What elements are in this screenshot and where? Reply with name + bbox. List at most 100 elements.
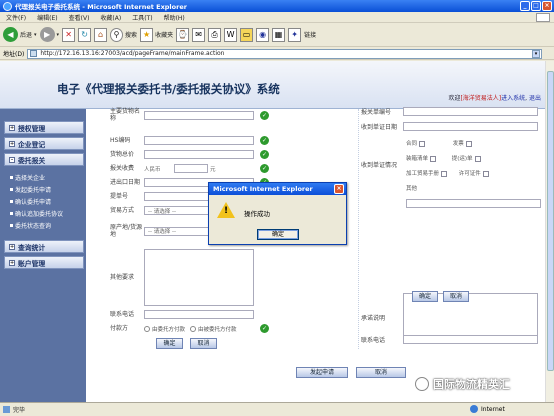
form-cancel-button[interactable]: 取消 bbox=[190, 338, 217, 349]
sidebar-sub-item[interactable]: 发起委托申请 bbox=[10, 185, 51, 194]
sidebar-item-account-management[interactable]: + 账户管理 bbox=[4, 256, 84, 269]
form-confirm-button[interactable]: 确定 bbox=[156, 338, 183, 349]
user-name: [海洋贸易法人] bbox=[460, 95, 502, 102]
edit-icon[interactable]: W bbox=[224, 27, 238, 42]
checkbox-label: 提(运)单 bbox=[451, 156, 473, 162]
total-price-input[interactable] bbox=[144, 150, 254, 159]
unit-label: 元 bbox=[210, 166, 216, 173]
back-button[interactable]: ◀ 后退 ▾ bbox=[3, 26, 37, 44]
packing-list-checkbox[interactable] bbox=[430, 155, 437, 162]
license-checkbox[interactable] bbox=[482, 170, 489, 177]
menu-edit[interactable]: 编辑(E) bbox=[37, 13, 57, 22]
bill-of-lading-checkbox[interactable] bbox=[474, 155, 481, 162]
declaration-number-input[interactable] bbox=[403, 107, 538, 116]
radio-label: 由被委托方付款 bbox=[198, 326, 237, 333]
dialog-close-icon[interactable]: × bbox=[334, 184, 344, 194]
dialog-message: 操作成功 bbox=[244, 210, 270, 218]
field-label: 贸易方式 bbox=[110, 207, 135, 214]
research-icon[interactable]: ▦ bbox=[272, 27, 286, 42]
field-label: 付款方 bbox=[110, 325, 129, 332]
folder-icon[interactable]: ▭ bbox=[240, 27, 254, 42]
goods-name-input[interactable] bbox=[144, 110, 254, 120]
address-label: 地址(D) bbox=[3, 51, 25, 58]
back-label: 后退 bbox=[20, 32, 33, 39]
field-label: 其他要求 bbox=[110, 274, 135, 281]
address-input[interactable]: http://172.16.13.16:27003/acd/pageFrame/… bbox=[27, 48, 542, 59]
menu-help[interactable]: 帮助(H) bbox=[164, 13, 185, 22]
contract-checkbox[interactable] bbox=[419, 140, 426, 147]
invoice-checkbox[interactable] bbox=[465, 140, 472, 147]
sidebar-item-entrusted-declaration[interactable]: - 委托报关 bbox=[4, 153, 84, 166]
mail-icon[interactable]: ✉ bbox=[192, 27, 206, 42]
collapse-icon: - bbox=[9, 156, 15, 163]
checkbox-label: 其他 bbox=[406, 186, 418, 192]
sidebar-item-label: 企业登记 bbox=[18, 140, 46, 149]
close-icon[interactable]: × bbox=[542, 1, 552, 11]
messenger-icon[interactable]: ◉ bbox=[256, 27, 270, 42]
checkbox-label: 装箱清单 bbox=[406, 156, 429, 162]
check-icon: ✓ bbox=[260, 110, 269, 120]
menu-file[interactable]: 文件(F) bbox=[6, 13, 26, 22]
sub-item-label: 确认追加委托协议 bbox=[15, 211, 64, 218]
check-icon: ✓ bbox=[260, 164, 269, 173]
other-requirements-textarea[interactable] bbox=[144, 249, 254, 306]
sidebar-sub-item[interactable]: 委托状态查询 bbox=[10, 221, 51, 230]
menu-view[interactable]: 查看(V) bbox=[69, 13, 90, 22]
dialog-ok-button[interactable]: 确定 bbox=[257, 229, 299, 240]
other-input[interactable] bbox=[406, 199, 541, 208]
menu-tools[interactable]: 工具(T) bbox=[132, 13, 152, 22]
field-label: 原产地/货源地 bbox=[110, 224, 143, 238]
expand-icon: + bbox=[9, 243, 15, 250]
bottom-cancel-button[interactable]: 取消 bbox=[356, 367, 406, 378]
history-icon[interactable]: ⌚ bbox=[176, 27, 190, 42]
fee-input[interactable] bbox=[174, 164, 208, 173]
field-label: 提单号 bbox=[110, 193, 129, 200]
sidebar-item-enterprise-registration[interactable]: + 企业登记 bbox=[4, 137, 84, 150]
phone-input[interactable] bbox=[144, 310, 254, 319]
processing-manual-checkbox[interactable] bbox=[441, 170, 448, 177]
sidebar-item-query-statistics[interactable]: + 查询统计 bbox=[4, 240, 84, 253]
payer-radio-agent[interactable] bbox=[190, 325, 197, 332]
minimize-icon[interactable]: _ bbox=[520, 1, 530, 11]
print-icon[interactable]: ⎙ bbox=[208, 27, 222, 42]
check-icon: ✓ bbox=[260, 324, 269, 333]
menu-favorites[interactable]: 收藏(A) bbox=[100, 13, 121, 22]
sidebar-sub-item[interactable]: 选择关企业 bbox=[10, 173, 45, 182]
globe-icon bbox=[470, 405, 478, 413]
payer-radio-client[interactable] bbox=[144, 325, 150, 332]
address-bar: 地址(D) http://172.16.13.16:27003/acd/page… bbox=[0, 48, 554, 60]
agent-phone-input[interactable] bbox=[403, 335, 538, 344]
field-label: HS编码 bbox=[110, 137, 131, 144]
links-label[interactable]: 链接 bbox=[304, 26, 316, 44]
sub-item-label: 发起委托申请 bbox=[15, 187, 52, 194]
scrollbar-thumb[interactable] bbox=[547, 71, 554, 371]
watermark: 国际物流精英汇 bbox=[415, 376, 510, 392]
forward-button[interactable]: ▶ ▾ bbox=[39, 26, 59, 44]
agent-confirm-button[interactable]: 确定 bbox=[412, 291, 438, 302]
search-button[interactable]: ⚲ 搜索 bbox=[110, 26, 137, 44]
sidebar-sub-item[interactable]: 确认追加委托协议 bbox=[10, 209, 63, 218]
sidebar-sub-item[interactable]: 确认委托申请 bbox=[10, 197, 51, 206]
refresh-icon[interactable]: ↻ bbox=[78, 27, 92, 42]
alert-dialog: Microsoft Internet Explorer × ! 操作成功 确定 bbox=[208, 182, 347, 245]
receive-date-input[interactable] bbox=[403, 122, 538, 131]
favorites-button[interactable]: ★ 收藏夹 bbox=[140, 26, 173, 44]
submit-request-button[interactable]: 发起申请 bbox=[296, 367, 348, 378]
enter-system-link[interactable]: 进入系统 bbox=[501, 95, 525, 102]
sidebar-item-authorization[interactable]: + 授权管理 bbox=[4, 121, 84, 134]
stop-icon[interactable]: ✕ bbox=[62, 27, 76, 42]
exit-link[interactable]: 退出 bbox=[529, 95, 541, 102]
tools-icon[interactable]: ✦ bbox=[288, 27, 302, 42]
dialog-title-bar: Microsoft Internet Explorer × bbox=[209, 183, 346, 195]
vertical-scrollbar[interactable] bbox=[545, 61, 554, 402]
agent-cancel-button[interactable]: 取消 bbox=[443, 291, 469, 302]
page-title: 电子《代理报关委托书/委托报关协议》系统 bbox=[57, 82, 280, 96]
hs-code-input[interactable] bbox=[144, 136, 254, 145]
address-dropdown-icon[interactable]: ▾ bbox=[532, 50, 540, 58]
maximize-icon[interactable]: □ bbox=[531, 1, 541, 11]
checkbox-label: 发票 bbox=[452, 141, 464, 147]
sidebar-item-label: 查询统计 bbox=[18, 243, 46, 252]
page-done-icon bbox=[3, 406, 10, 413]
expand-icon: + bbox=[9, 140, 15, 147]
home-icon[interactable]: ⌂ bbox=[94, 27, 108, 42]
